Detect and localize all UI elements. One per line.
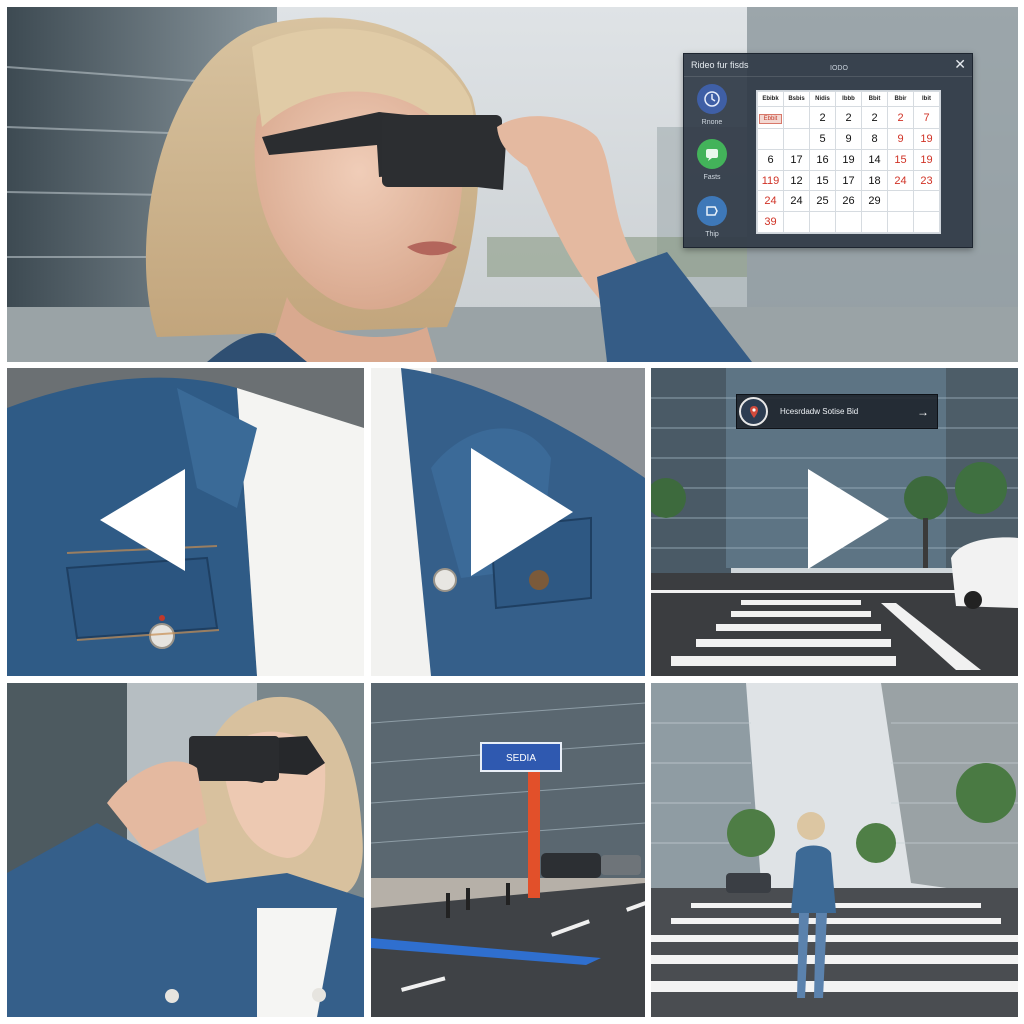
play-arrow[interactable] xyxy=(471,448,573,576)
calendar-day-cell[interactable]: 17 xyxy=(835,169,862,192)
calendar-week-row: Ebbit 2 2 2 2 7 xyxy=(757,105,940,130)
ar-navigation-card[interactable]: Hcesrdadw Sotise Bid → xyxy=(736,394,938,429)
clock-icon xyxy=(697,84,727,114)
calendar-day-cell[interactable]: 39 xyxy=(757,211,784,233)
street-sign-text: SEDIA xyxy=(506,753,536,764)
weekday-label: Bbit xyxy=(861,91,888,107)
calendar-day-cell[interactable]: 8 xyxy=(861,128,888,151)
calendar-day-cell[interactable] xyxy=(861,211,888,233)
calendar-grid: Ebibk Bsbis Nidis Ibbb Bbit Bbir Ibit Eb… xyxy=(756,90,941,234)
calendar-day-cell[interactable]: 29 xyxy=(861,190,888,213)
close-icon[interactable]: ✕ xyxy=(954,57,966,71)
calendar-week-row: 39 xyxy=(757,211,940,233)
app-label: Rnone xyxy=(701,119,723,126)
weekday-label: Ibit xyxy=(913,91,940,107)
calendar-day-cell[interactable]: 12 xyxy=(783,169,810,192)
app-label: Thip xyxy=(705,231,719,238)
calendar-day-cell[interactable]: 26 xyxy=(835,190,862,213)
calendar-week-row: 6 17 16 19 14 15 19 xyxy=(757,149,940,171)
app-clock[interactable]: Rnone xyxy=(690,84,734,126)
calendar-week-row: 5 9 8 9 19 xyxy=(757,128,940,151)
calendar-day-cell[interactable] xyxy=(887,211,914,233)
calendar-day-cell[interactable] xyxy=(783,128,810,151)
location-pin-icon xyxy=(739,397,768,426)
calendar-event-badge[interactable]: Ebbit xyxy=(758,114,783,125)
calendar-day-cell[interactable]: 19 xyxy=(913,149,940,171)
calendar-day-cell[interactable]: 17 xyxy=(783,149,810,171)
calendar-day-cell[interactable]: 9 xyxy=(835,128,862,151)
app-label: Fasts xyxy=(703,174,721,181)
calendar-titlebar: Rideo fur fisds IODO ✕ xyxy=(684,54,972,77)
walking-scene xyxy=(651,683,1018,1017)
calendar-day-cell[interactable] xyxy=(887,190,914,213)
calendar-day-cell[interactable]: 2 xyxy=(887,105,914,130)
weekday-label: Bsbis xyxy=(783,91,810,107)
calendar-day-cell[interactable]: 19 xyxy=(913,128,940,151)
calendar-day-cell[interactable]: 9 xyxy=(887,128,914,151)
calendar-day-cell[interactable] xyxy=(835,211,862,233)
portrait-scene xyxy=(7,683,364,1017)
jacket-panel-left xyxy=(7,368,364,676)
app-map[interactable]: Thip xyxy=(690,196,734,238)
street-scene: SEDIA xyxy=(371,683,645,1017)
calendar-day-cell[interactable]: 14 xyxy=(861,149,888,171)
jacket-panel-center xyxy=(371,368,645,676)
calendar-day-cell[interactable]: Ebbit xyxy=(757,105,784,130)
street-panel: SEDIA xyxy=(371,683,645,1017)
weekday-label: Ebibk xyxy=(757,91,784,107)
calendar-day-cell[interactable]: 24 xyxy=(783,190,810,213)
calendar-day-cell[interactable]: 19 xyxy=(835,149,862,171)
calendar-day-cell[interactable]: 2 xyxy=(835,105,862,130)
calendar-day-cell[interactable]: 23 xyxy=(913,169,940,192)
calendar-day-cell[interactable] xyxy=(809,211,836,233)
calendar-day-cell[interactable] xyxy=(913,211,940,233)
calendar-week-row: 119 12 15 17 18 24 23 xyxy=(757,169,940,192)
navigation-destination: Hcesrdadw Sotise Bid xyxy=(780,407,859,416)
portrait-panel xyxy=(7,683,364,1017)
calendar-days: Ebbit 2 2 2 2 7 5 9 8 9 19 6 17 16 19 14 15 19 119 12 15 17 18… xyxy=(757,105,940,233)
weekday-label: Ibbb xyxy=(835,91,862,107)
arrow-right-icon[interactable]: → xyxy=(917,405,929,419)
weekday-label: Bbir xyxy=(887,91,914,107)
calendar-day-cell[interactable]: 18 xyxy=(861,169,888,192)
previous-arrow[interactable] xyxy=(100,469,185,571)
ar-calendar-window[interactable]: Rideo fur fisds IODO ✕ Rnone Fasts Thip … xyxy=(683,53,973,248)
jacket-scene-left xyxy=(7,368,364,676)
weekday-label: Nidis xyxy=(809,91,836,107)
calendar-day-cell[interactable]: 6 xyxy=(757,149,784,171)
calendar-day-cell[interactable]: 16 xyxy=(809,149,836,171)
weekday-header-row: Ebibk Bsbis Nidis Ibbb Bbit Bbir Ibit xyxy=(757,91,940,107)
calendar-day-cell[interactable]: 25 xyxy=(809,190,836,213)
calendar-day-cell[interactable]: 15 xyxy=(887,149,914,171)
calendar-day-cell[interactable]: 24 xyxy=(887,169,914,192)
calendar-day-cell[interactable]: 119 xyxy=(757,169,784,192)
chat-icon xyxy=(697,139,727,169)
map-icon xyxy=(697,196,727,226)
calendar-day-cell[interactable] xyxy=(783,211,810,233)
calendar-day-cell[interactable]: 2 xyxy=(809,105,836,130)
walking-panel xyxy=(651,683,1018,1017)
calendar-week-row: 24 24 25 26 29 xyxy=(757,190,940,213)
calendar-day-cell[interactable] xyxy=(757,128,784,151)
calendar-day-cell[interactable]: 5 xyxy=(809,128,836,151)
calendar-day-cell[interactable] xyxy=(913,190,940,213)
play-arrow[interactable] xyxy=(808,469,889,569)
calendar-day-cell[interactable]: 2 xyxy=(861,105,888,130)
calendar-day-cell[interactable] xyxy=(783,105,810,130)
calendar-day-cell[interactable]: 7 xyxy=(913,105,940,130)
calendar-title: Rideo fur fisds xyxy=(691,60,749,70)
calendar-day-cell[interactable]: 24 xyxy=(757,190,784,213)
calendar-day-cell[interactable]: 15 xyxy=(809,169,836,192)
app-chat[interactable]: Fasts xyxy=(690,139,734,181)
calendar-month-label: IODO xyxy=(830,65,848,72)
